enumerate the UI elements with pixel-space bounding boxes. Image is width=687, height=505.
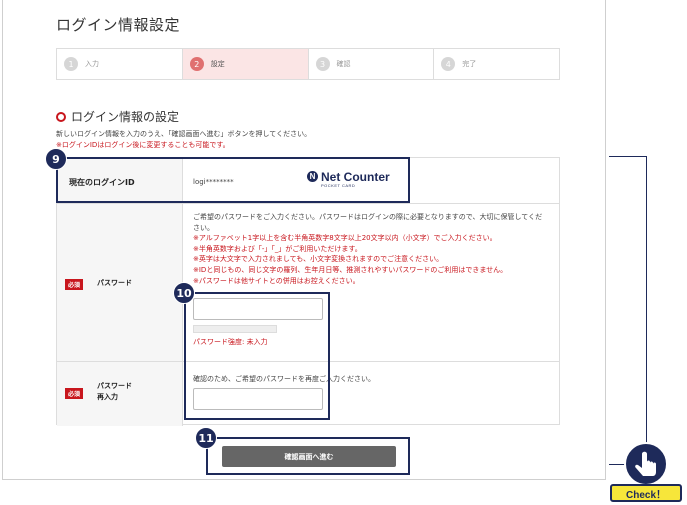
password-confirm-label: パスワード 再入力 <box>97 381 132 403</box>
step-confirm: 3 確認 <box>309 49 435 79</box>
section-description: 新しいログイン情報を入力のうえ、「確認画面へ進む」ボタンを押してください。 ※ロ… <box>56 129 311 151</box>
step-indicator: 1 入力 2 設定 3 確認 4 完了 <box>56 48 560 80</box>
description-note: ※ログインIDはログイン後に変更することも可能です。 <box>56 141 230 149</box>
pointing-hand-icon <box>624 442 668 486</box>
step-input: 1 入力 <box>57 49 183 79</box>
required-badge: 必須 <box>65 388 84 399</box>
step-number: 3 <box>315 57 330 71</box>
check-label: Check！ <box>610 484 682 502</box>
instruction-text: さい。 <box>193 223 214 232</box>
section-title-text: ログイン情報の設定 <box>71 110 180 124</box>
instruction-note: ※IDと同じもの、同じ文字の羅列、生年月日等、推測されやすいパスワードのご利用は… <box>193 265 508 274</box>
instruction-note: ※アルファベット1字以上を含む半角英数字8文字以上20文字以内（小文字）でご入力… <box>193 234 497 243</box>
callout-badge-11: 11 <box>195 427 217 449</box>
password-label: パスワード <box>97 279 132 287</box>
connector-line <box>609 156 647 157</box>
callout-box-login-id <box>56 157 410 203</box>
step-number: 2 <box>189 57 204 71</box>
step-label: 完了 <box>462 60 477 68</box>
callout-box-password <box>184 292 330 420</box>
callout-badge-10: 10 <box>173 282 195 304</box>
step-number: 1 <box>64 57 78 71</box>
required-badge: 必須 <box>65 279 84 290</box>
step-label: 入力 <box>85 60 99 68</box>
step-label: 確認 <box>336 60 351 68</box>
step-label: 設定 <box>210 60 225 68</box>
label-cell: 必須 パスワード 再入力 <box>57 362 183 426</box>
section-title: ログイン情報の設定 <box>56 108 179 125</box>
step-number: 4 <box>441 57 456 71</box>
description-text: 新しいログイン情報を入力のうえ、「確認画面へ進む」ボタンを押してください。 <box>56 130 312 138</box>
connector-line <box>646 156 647 448</box>
label-line: 再入力 <box>97 393 118 401</box>
circle-bullet-icon <box>56 111 66 122</box>
password-instructions: ご希望のパスワードをご入力ください。パスワードはログインの際に必要となりますので… <box>193 212 553 286</box>
instruction-note: ※パスワードは他サイトとの併用はお控えください。 <box>193 276 360 285</box>
instruction-text: ご希望のパスワードをご入力ください。パスワードはログインの際に必要となりますので… <box>193 213 543 221</box>
step-settings: 2 設定 <box>182 49 309 79</box>
page-title: ログイン情報設定 <box>56 16 181 34</box>
label-line: パスワード <box>97 382 132 390</box>
callout-box-submit <box>206 437 410 475</box>
callout-badge-9: 9 <box>45 148 67 170</box>
instruction-note: ※半角英数字および「-」「_」がご利用いただけます。 <box>193 244 362 253</box>
instruction-note: ※英字は大文字で入力されましても、小文字変換されますのでご注意ください。 <box>193 255 444 264</box>
step-complete: 4 完了 <box>434 49 559 79</box>
label-cell: 必須 パスワード <box>57 204 183 361</box>
